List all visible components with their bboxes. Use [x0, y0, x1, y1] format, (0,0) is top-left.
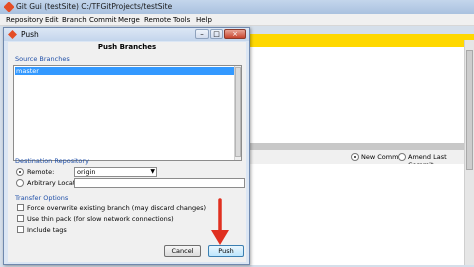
branch-list-scroll-thumb[interactable] [235, 67, 241, 157]
right-scrollbar[interactable] [464, 40, 474, 265]
menu-repository[interactable]: Repository [6, 16, 43, 24]
arbitrary-location-radio[interactable] [16, 179, 24, 187]
minimize-button[interactable]: – [195, 29, 209, 39]
push-branches-heading: Push Branches [97, 43, 157, 51]
remote-label: Remote: [27, 168, 55, 176]
chevron-down-icon: ▼ [150, 168, 155, 175]
source-branches-list[interactable]: master [13, 65, 242, 161]
force-overwrite-label: Force overwrite existing branch (may dis… [27, 204, 207, 212]
thin-pack-checkbox[interactable] [17, 215, 24, 222]
amend-commit-radio[interactable] [398, 153, 406, 161]
menu-commit[interactable]: Commit [89, 16, 117, 24]
menu-help[interactable]: Help [196, 16, 212, 24]
maximize-button[interactable]: □ [210, 29, 223, 39]
main-menubar: Repository Edit Branch Commit Merge Remo… [0, 14, 474, 26]
push-titlebar: Push – □ × [4, 28, 249, 41]
menu-branch[interactable]: Branch [62, 16, 87, 24]
main-titlebar: Git Gui (testSite) C:/TFGitProjects/test… [0, 0, 474, 14]
menu-merge[interactable]: Merge [118, 16, 140, 24]
commit-message-pane[interactable] [249, 164, 464, 265]
menu-edit[interactable]: Edit [45, 16, 59, 24]
menu-remote[interactable]: Remote [144, 16, 171, 24]
transfer-options-label: Transfer Options [15, 194, 69, 202]
diff-view-pane [249, 47, 464, 143]
git-gui-icon [4, 2, 14, 12]
force-overwrite-checkbox[interactable] [17, 204, 24, 211]
cancel-button[interactable]: Cancel [164, 245, 201, 257]
include-tags-label: Include tags [27, 226, 67, 234]
branch-list-scrollbar[interactable] [234, 66, 241, 160]
new-commit-radio[interactable] [351, 153, 359, 161]
close-button[interactable]: × [224, 29, 246, 39]
diff-header-band [249, 34, 474, 47]
push-dialog-title: Push [21, 30, 39, 39]
branch-item-master[interactable]: master [15, 67, 235, 75]
destination-repository-label: Destination Repository [15, 157, 89, 165]
main-window-title: Git Gui (testSite) C:/TFGitProjects/test… [16, 2, 173, 11]
remote-radio[interactable] [16, 168, 24, 176]
remote-select[interactable]: origin ▼ [74, 167, 157, 177]
pane-splitter[interactable] [249, 143, 464, 150]
right-scrollbar-thumb[interactable] [466, 50, 473, 170]
git-icon [8, 30, 17, 39]
thin-pack-label: Use thin pack (for slow network connecti… [27, 215, 174, 223]
new-commit-label: New Commit [361, 153, 403, 161]
remote-select-value: origin [77, 168, 96, 176]
include-tags-checkbox[interactable] [17, 226, 24, 233]
red-arrow-annotation [211, 198, 229, 245]
menu-tools[interactable]: Tools [173, 16, 190, 24]
source-branches-label: Source Branches [15, 55, 70, 63]
arbitrary-location-input[interactable] [74, 178, 245, 188]
commit-options-bar: New Commit Amend Last Commit [249, 150, 474, 169]
